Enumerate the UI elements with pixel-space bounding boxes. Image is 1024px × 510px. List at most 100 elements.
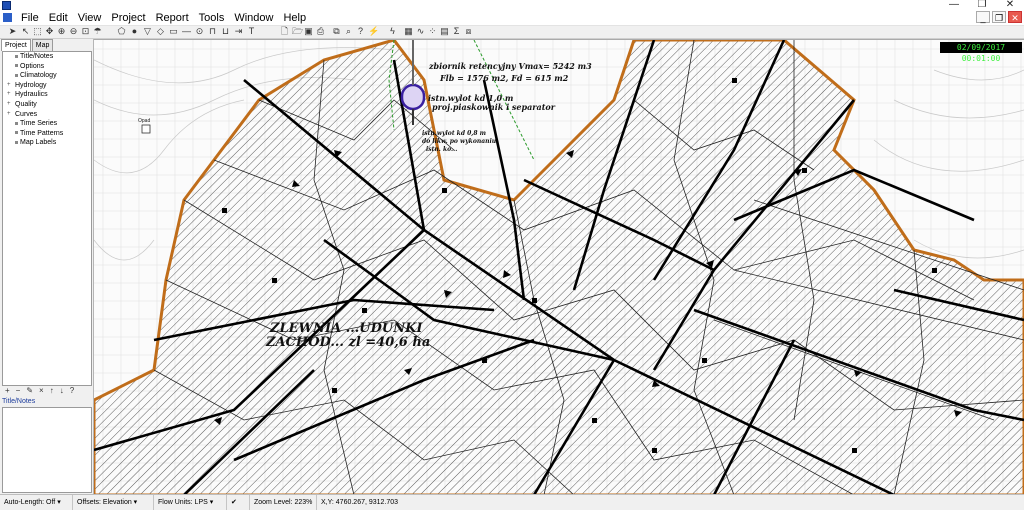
expand-icon[interactable]: +: [7, 110, 11, 120]
notes-box[interactable]: [2, 407, 92, 493]
minimize-button[interactable]: —: [940, 0, 968, 11]
tree-item-hydraulics[interactable]: + Hydraulics: [3, 90, 91, 100]
map-label-outlet-old: istn.wylot kd 0,8 m: [422, 130, 486, 137]
tab-map[interactable]: Map: [31, 39, 54, 51]
map-label-outlet-old-2: do likw. po wykonaniu: [422, 138, 497, 145]
status-offsets[interactable]: Offsets: Elevation ▾: [73, 495, 154, 510]
menu-report[interactable]: Report: [151, 12, 194, 24]
tree-item-curves[interactable]: + Curves: [3, 110, 91, 120]
tree-item-title-notes[interactable]: Title/Notes: [3, 52, 91, 62]
tab-project[interactable]: Project: [1, 39, 31, 51]
tree-item-climatology[interactable]: Climatology: [3, 71, 91, 81]
outfall-icon[interactable]: ▽: [143, 27, 152, 36]
subcatchment-icon[interactable]: ⬠: [117, 27, 126, 36]
rain-gage-icon[interactable]: ☂: [93, 27, 102, 36]
tree-leaf-icon: [15, 121, 18, 125]
menu-view[interactable]: View: [73, 12, 107, 24]
delete-object-icon[interactable]: −: [16, 386, 21, 396]
study-area-map[interactable]: Opad zbiornik retencyjny Vmax= 5242 m3 F…: [94, 39, 1024, 495]
zoom-out-icon[interactable]: ⊖: [69, 27, 78, 36]
tree-item-quality[interactable]: + Quality: [3, 100, 91, 110]
print-icon[interactable]: ⎙: [316, 27, 325, 36]
profile-plot-icon[interactable]: ▦: [404, 27, 413, 36]
save-icon[interactable]: ▣: [304, 27, 313, 36]
remove-object-icon[interactable]: ×: [39, 386, 44, 396]
tree-leaf-icon: [15, 131, 18, 135]
maximize-button[interactable]: ❐: [968, 0, 996, 11]
scatter-plot-icon[interactable]: ⁘: [428, 27, 437, 36]
tree-item-map-labels[interactable]: Map Labels: [3, 138, 91, 148]
table-icon[interactable]: ▤: [440, 27, 449, 36]
zoom-in-icon[interactable]: ⊕: [57, 27, 66, 36]
expand-icon[interactable]: +: [7, 90, 11, 100]
menu-tools[interactable]: Tools: [194, 12, 230, 24]
menu-project[interactable]: Project: [106, 12, 150, 24]
run-simulation-icon[interactable]: ϟ: [388, 27, 397, 36]
tree-item-time-patterns[interactable]: Time Patterns: [3, 129, 91, 139]
menu-bar: File Edit View Project Report Tools Wind…: [0, 11, 1024, 26]
move-down-icon[interactable]: ↓: [60, 386, 64, 396]
tree-item-time-series[interactable]: Time Series: [3, 119, 91, 129]
select-arrow-icon[interactable]: ➤: [8, 27, 17, 36]
tree-item-label: Time Patterns: [20, 129, 64, 137]
menu-help[interactable]: Help: [278, 12, 311, 24]
browser-panel: Project Map Title/Notes Options Climatol…: [0, 39, 94, 494]
windows-cascade-icon[interactable]: ⧈: [464, 27, 473, 36]
junction-icon[interactable]: ●: [130, 27, 139, 36]
tree-item-options[interactable]: Options: [3, 62, 91, 72]
orifice-icon[interactable]: ⊓: [208, 27, 217, 36]
status-bar: Auto-Length: Off ▾ Offsets: Elevation ▾ …: [0, 494, 1024, 510]
tree-leaf-icon: [15, 73, 18, 77]
rain-gage-label: Opad: [138, 118, 150, 124]
tree-item-label: Hydraulics: [15, 91, 48, 99]
move-up-icon[interactable]: ↑: [50, 386, 54, 396]
select-region-icon[interactable]: ⬚: [33, 27, 42, 36]
browser-tabs: Project Map: [0, 39, 54, 51]
map-label-retention: zbiornik retencyjny Vmax= 5242 m3: [428, 61, 592, 71]
time-series-plot-icon[interactable]: ∿: [416, 27, 425, 36]
map-label-outlet-old-3: istn. ko...: [426, 146, 457, 153]
find-icon[interactable]: ⌕: [344, 27, 353, 36]
map-label-catchment-2: ZACHOD... zl =40,6 ha: [265, 335, 430, 350]
mdi-restore-button[interactable]: ❐: [992, 11, 1006, 23]
close-button[interactable]: ✕: [996, 0, 1024, 11]
new-file-icon[interactable]: 🗋: [280, 27, 289, 36]
weir-icon[interactable]: ⊔: [221, 27, 230, 36]
statistics-icon[interactable]: Σ: [452, 27, 461, 36]
map-label-catchment-1: ZLEWNIA ...UDUNKI: [269, 321, 423, 336]
status-auto-length[interactable]: Auto-Length: Off ▾: [0, 495, 73, 510]
simulation-clock: 02/09/2017 00:01:00: [940, 42, 1022, 63]
notes-label: Title/Notes: [2, 398, 36, 405]
status-flow-units-text: Flow Units: LPS: [158, 499, 208, 506]
storage-icon[interactable]: ▭: [169, 27, 178, 36]
map-label-separator: proj.piaskownik i separator: [432, 102, 556, 112]
query-icon[interactable]: ?: [356, 27, 365, 36]
rain-gage-icon[interactable]: [141, 124, 151, 134]
label-icon[interactable]: T: [247, 27, 256, 36]
tree-item-label: Time Series: [20, 120, 58, 128]
expand-icon[interactable]: +: [7, 81, 11, 91]
divider-icon[interactable]: ◇: [156, 27, 165, 36]
menu-window[interactable]: Window: [229, 12, 278, 24]
tree-item-label: Map Labels: [20, 139, 57, 147]
pan-icon[interactable]: ✥: [45, 27, 54, 36]
add-object-icon[interactable]: +: [5, 386, 10, 396]
help-icon[interactable]: ?: [70, 386, 74, 396]
full-extent-icon[interactable]: ⊡: [81, 27, 90, 36]
run-icon[interactable]: ⚡: [368, 27, 379, 36]
status-flow-units[interactable]: Flow Units: LPS ▾: [154, 495, 227, 510]
map-canvas[interactable]: Opad zbiornik retencyjny Vmax= 5242 m3 F…: [94, 40, 1024, 495]
mdi-close-button[interactable]: ✕: [1008, 11, 1022, 23]
open-folder-icon[interactable]: 🗁: [292, 27, 303, 36]
expand-icon[interactable]: +: [7, 100, 11, 110]
outlet-icon[interactable]: ⇥: [234, 27, 243, 36]
select-vertex-icon[interactable]: ↖: [21, 27, 30, 36]
mdi-minimize-button[interactable]: _: [976, 11, 990, 23]
pump-icon[interactable]: ⊙: [195, 27, 204, 36]
copy-icon[interactable]: ⧉: [332, 27, 341, 36]
menu-edit[interactable]: Edit: [44, 12, 73, 24]
menu-file[interactable]: File: [16, 12, 44, 24]
conduit-icon[interactable]: —: [182, 27, 191, 36]
edit-object-icon[interactable]: ✎: [26, 386, 33, 396]
tree-item-hydrology[interactable]: + Hydrology: [3, 81, 91, 91]
